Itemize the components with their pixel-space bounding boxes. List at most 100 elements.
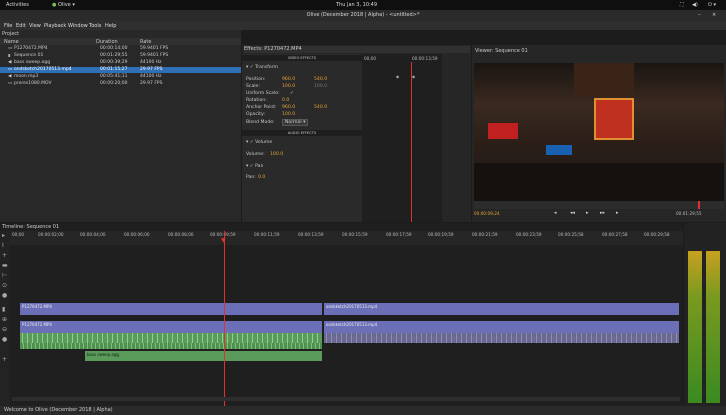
- anchor-x-field[interactable]: 960.0: [282, 105, 295, 110]
- transition-tool-icon[interactable]: ●: [2, 293, 7, 299]
- anchor-label: Anchor Point:: [246, 105, 277, 110]
- pan-field[interactable]: 0.0: [258, 175, 265, 180]
- list-item[interactable]: ▭ prores1080.MOV 00:00:20;00 29.97 FPS: [0, 81, 241, 87]
- audio-icon: ◀: [8, 60, 12, 65]
- menu-window[interactable]: Window: [68, 23, 88, 29]
- timeline-clip-v2a[interactable]: P1270472.MP4: [20, 321, 322, 333]
- menu-help[interactable]: Help: [105, 23, 116, 29]
- effects-scroll-area[interactable]: [442, 54, 471, 222]
- menu-file[interactable]: File: [4, 23, 12, 29]
- close-icon[interactable]: ×: [712, 10, 716, 21]
- power-icon[interactable]: ⏻ ▾: [708, 2, 716, 8]
- pan-label: Pan:: [246, 175, 256, 180]
- timeline-tools: ▸ I + ▬ ⊢ ⊙ ● ▮ ⊕ ⊖ ● +: [0, 231, 10, 406]
- preview-sign: [594, 98, 634, 140]
- play-icon[interactable]: ▸: [586, 210, 589, 216]
- audio-waveform-clip[interactable]: [20, 333, 322, 343]
- preview-building: [574, 63, 634, 97]
- activities-button[interactable]: Activities: [6, 2, 29, 8]
- edit-tool-icon[interactable]: I: [2, 243, 4, 249]
- keyframe-marker[interactable]: ◆: [396, 74, 399, 79]
- pan-toggle[interactable]: ▾ ✓ Pan: [246, 164, 263, 169]
- app-menu[interactable]: Olive ▾: [58, 2, 75, 8]
- add-track-icon[interactable]: +: [2, 357, 7, 363]
- timeline-clip-audio[interactable]: bass sweep.ogg: [85, 351, 322, 361]
- volume-icon[interactable]: ◀): [692, 2, 698, 8]
- clock[interactable]: Thu Jan 3, 10:49: [336, 2, 377, 8]
- list-item[interactable]: ◀ moon.mp3 00:05:41;11 44100 Hz: [0, 74, 241, 80]
- menu-tools[interactable]: Tools: [89, 23, 101, 29]
- go-to-start-icon[interactable]: ◂: [554, 210, 557, 216]
- keyframe-marker[interactable]: ◆: [412, 74, 415, 79]
- zoom-out-icon[interactable]: ⊖: [2, 327, 7, 333]
- video-preview[interactable]: [474, 63, 724, 201]
- minimize-icon[interactable]: –: [698, 10, 701, 21]
- keyframe-area[interactable]: 00;00 00:00:13;59 ◆ ◆: [362, 54, 442, 222]
- list-item[interactable]: ▭ P1270472.MP4 00:00:14;00 59.9401 FPS: [0, 46, 241, 52]
- video-icon: ▭: [8, 81, 13, 86]
- record-icon[interactable]: ●: [2, 337, 7, 343]
- scale-field-secondary[interactable]: 100.0: [314, 84, 327, 89]
- effects-panel: Effects: P1270472.MP4 VIDEO EFFECTS ▾ ✓ …: [242, 45, 471, 222]
- fast-forward-icon[interactable]: ▸▸: [600, 210, 605, 216]
- timeline-clip-v1b[interactable]: ondsketch20170513.mp4: [324, 303, 679, 315]
- audio-meter-panel: [684, 223, 726, 406]
- slip-tool-icon[interactable]: ⊢: [2, 273, 7, 279]
- network-icon[interactable]: ⛶: [680, 2, 684, 8]
- preview-sign: [546, 145, 572, 155]
- video-icon: ▭: [8, 46, 13, 51]
- timeline-ruler[interactable]: 00;00 00:00:02;00 00:00:04;00 00:00:06;0…: [10, 231, 683, 245]
- go-to-end-icon[interactable]: ▸: [616, 210, 619, 216]
- pointer-tool-icon[interactable]: ▸: [2, 233, 5, 239]
- rewind-icon[interactable]: ◂◂: [570, 210, 575, 216]
- timeline-playhead[interactable]: [224, 231, 225, 406]
- opacity-field[interactable]: 100.0: [282, 112, 295, 117]
- video-effects-header: VIDEO EFFECTS: [242, 55, 362, 61]
- window-title: Olive (December 2018 | Alpha) - <untitle…: [306, 12, 420, 18]
- column-name[interactable]: Name: [4, 39, 19, 45]
- playhead-marker-icon[interactable]: ▼: [221, 237, 226, 244]
- audio-waveform-clip[interactable]: [324, 333, 679, 343]
- scale-field[interactable]: 100.0: [282, 84, 295, 89]
- viewer-playhead[interactable]: [698, 201, 700, 209]
- menu-view[interactable]: View: [29, 23, 41, 29]
- timeline-scrollbar[interactable]: [12, 397, 680, 401]
- uniform-scale-checkbox[interactable]: ✓: [290, 91, 294, 96]
- effects-playhead[interactable]: [411, 62, 412, 222]
- anchor-y-field[interactable]: 540.0: [314, 105, 327, 110]
- column-duration[interactable]: Duration: [96, 39, 118, 45]
- effects-clip-label: Effects: P1270472.MP4: [244, 46, 470, 53]
- volume-field[interactable]: 100.0: [270, 152, 283, 157]
- project-column-header: Name Duration Rate: [0, 38, 241, 45]
- position-x-field[interactable]: 960.0: [282, 77, 295, 82]
- project-title: Project: [2, 31, 20, 37]
- sequence-icon: ⩩: [8, 54, 11, 59]
- menu-edit[interactable]: Edit: [16, 23, 26, 29]
- audio-waveform-clip[interactable]: [20, 343, 322, 349]
- position-y-field[interactable]: 540.0: [314, 77, 327, 82]
- list-item[interactable]: ⩩ Sequence 01 00:01:29;55 59.9401 FPS: [0, 53, 241, 59]
- volume-label: Volume:: [246, 152, 265, 157]
- rotation-label: Rotation:: [246, 98, 267, 103]
- preview-sign: [488, 123, 518, 139]
- list-item-selected[interactable]: ▭ ondsketch20170513.mp4 00:01:15;27 29.9…: [0, 67, 241, 73]
- viewer-end-time: 00:01:29;55: [676, 211, 702, 216]
- blend-mode-select[interactable]: Normal ▾: [282, 119, 309, 126]
- timeline-clip-v1a[interactable]: P1270472.MP4: [20, 303, 322, 315]
- video-icon: ▭: [8, 67, 13, 72]
- snapping-icon[interactable]: ▮: [2, 307, 5, 313]
- sequence-viewer-panel: Viewer: Sequence 01 00:00:09;24 ◂ ◂◂ ▸ ▸…: [472, 45, 726, 222]
- viewer-scrubber[interactable]: [474, 201, 724, 209]
- zoom-in-icon[interactable]: ⊕: [2, 317, 7, 323]
- column-rate[interactable]: Rate: [140, 39, 151, 45]
- menu-playback[interactable]: Playback: [44, 23, 66, 29]
- volume-toggle[interactable]: ▾ ✓ Volume: [246, 140, 272, 145]
- razor-tool-icon[interactable]: ▬: [2, 263, 8, 269]
- preview-street: [474, 163, 724, 201]
- list-item[interactable]: ◀ bass sweep.ogg 00:00:39;29 44100 Hz: [0, 60, 241, 66]
- hand-tool-icon[interactable]: ⊙: [2, 283, 7, 289]
- ripple-tool-icon[interactable]: +: [2, 253, 7, 259]
- transform-toggle[interactable]: ▾ ✓ Transform: [246, 65, 278, 70]
- rotation-field[interactable]: 0.0: [282, 98, 289, 103]
- timeline-clip-v2b[interactable]: ondsketch20170513.mp4: [324, 321, 679, 333]
